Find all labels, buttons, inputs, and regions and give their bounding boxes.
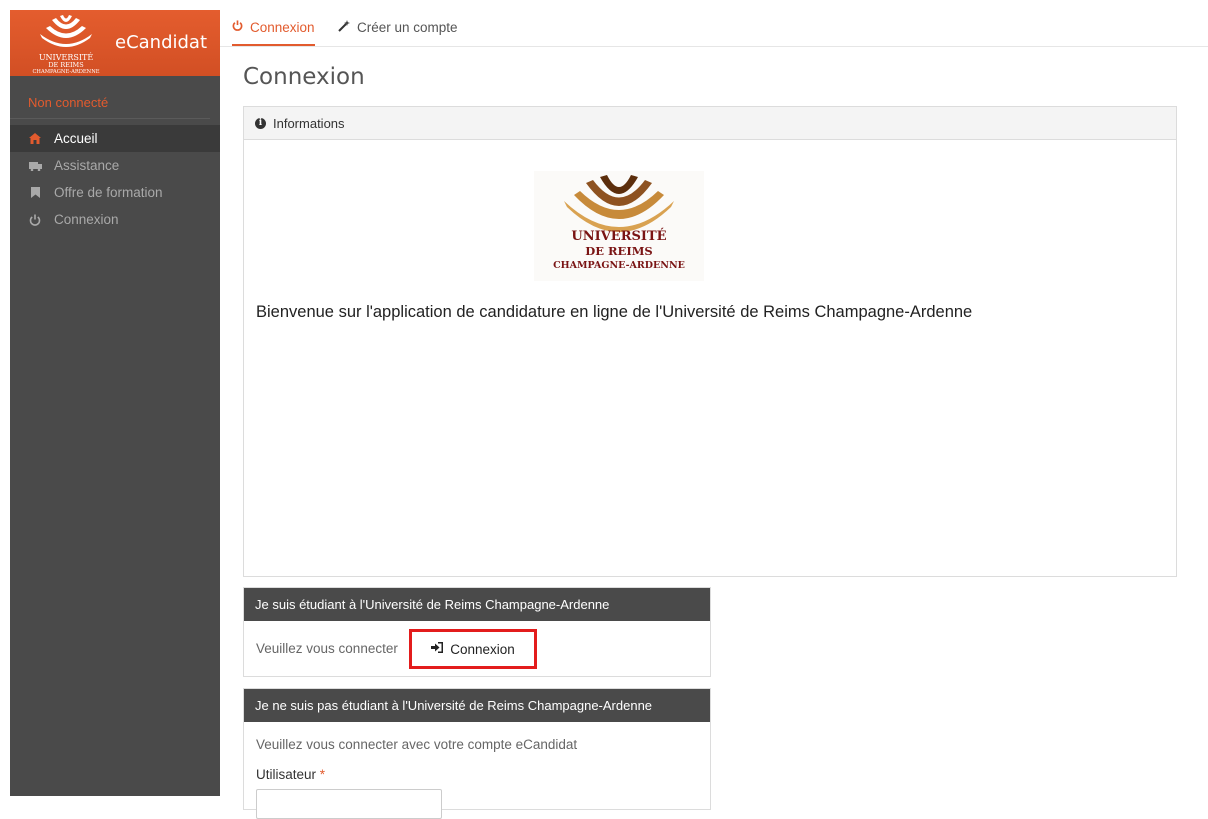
username-input[interactable]	[256, 789, 442, 819]
sidebar-item-label: Offre de formation	[54, 185, 163, 200]
sidebar-item-accueil[interactable]: Accueil	[10, 125, 220, 152]
information-panel: i Informations UNIVERSITÉ DE REIMS CHAMP…	[243, 106, 1177, 577]
home-icon	[28, 133, 42, 144]
app-name[interactable]: eCandidat	[115, 32, 207, 53]
sidebar-nav: Accueil Assistance Offre de formation Co…	[10, 125, 220, 233]
bookmark-icon	[28, 187, 42, 198]
username-label: Utilisateur *	[256, 767, 325, 782]
student-login-box: Je suis étudiant à l'Université de Reims…	[243, 587, 711, 677]
tab-label: Connexion	[250, 19, 315, 35]
logo-line-2: DE REIMS	[48, 61, 83, 69]
power-icon	[28, 214, 42, 226]
sidebar-item-label: Accueil	[54, 131, 98, 146]
large-logo-line-2: DE REIMS	[585, 244, 652, 258]
sidebar-item-connexion[interactable]: Connexion	[10, 206, 220, 233]
tab-connexion[interactable]: Connexion	[232, 10, 315, 46]
connexion-button-highlight: Connexion	[409, 629, 537, 669]
power-icon	[232, 20, 243, 34]
sidebar-item-label: Connexion	[54, 212, 119, 227]
login-status: Non connecté	[10, 76, 210, 119]
info-icon: i	[255, 117, 266, 129]
large-logo-line-1: UNIVERSITÉ	[571, 228, 666, 244]
information-panel-title: Informations	[273, 115, 345, 131]
student-login-prompt: Veuillez vous connecter	[256, 641, 398, 656]
tab-creer-un-compte[interactable]: Créer un compte	[338, 10, 458, 44]
non-student-login-box: Je ne suis pas étudiant à l'Université d…	[243, 688, 711, 819]
logo-line-3: CHAMPAGNE-ARDENNE	[32, 69, 99, 75]
top-tab-bar: Connexion Créer un compte	[220, 10, 1208, 47]
connexion-button[interactable]: Connexion	[416, 636, 530, 662]
non-student-login-header: Je ne suis pas étudiant à l'Université d…	[244, 689, 710, 722]
sign-in-icon	[431, 642, 444, 656]
sidebar-item-assistance[interactable]: Assistance	[10, 152, 220, 179]
required-mark: *	[319, 767, 326, 782]
page-title: Connexion	[243, 64, 365, 90]
sidebar: UNIVERSITÉ DE REIMS CHAMPAGNE-ARDENNE eC…	[10, 10, 220, 796]
magic-wand-icon	[338, 19, 350, 35]
student-login-header: Je suis étudiant à l'Université de Reims…	[244, 588, 710, 621]
brand-header: UNIVERSITÉ DE REIMS CHAMPAGNE-ARDENNE eC…	[10, 10, 220, 76]
sidebar-item-label: Assistance	[54, 158, 120, 173]
support-icon	[28, 160, 42, 171]
connexion-button-label: Connexion	[450, 641, 515, 657]
information-panel-header: i Informations	[244, 107, 1176, 140]
university-logo: UNIVERSITÉ DE REIMS CHAMPAGNE-ARDENNE	[32, 15, 100, 75]
university-logo-large: UNIVERSITÉ DE REIMS CHAMPAGNE-ARDENNE	[534, 171, 704, 281]
username-label-text: Utilisateur	[256, 767, 317, 782]
sidebar-item-offre-de-formation[interactable]: Offre de formation	[10, 179, 220, 206]
tab-label: Créer un compte	[357, 19, 458, 35]
welcome-message: Bienvenue sur l'application de candidatu…	[256, 303, 973, 321]
large-logo-line-3: CHAMPAGNE-ARDENNE	[553, 260, 685, 271]
non-student-login-prompt: Veuillez vous connecter avec votre compt…	[256, 737, 578, 752]
